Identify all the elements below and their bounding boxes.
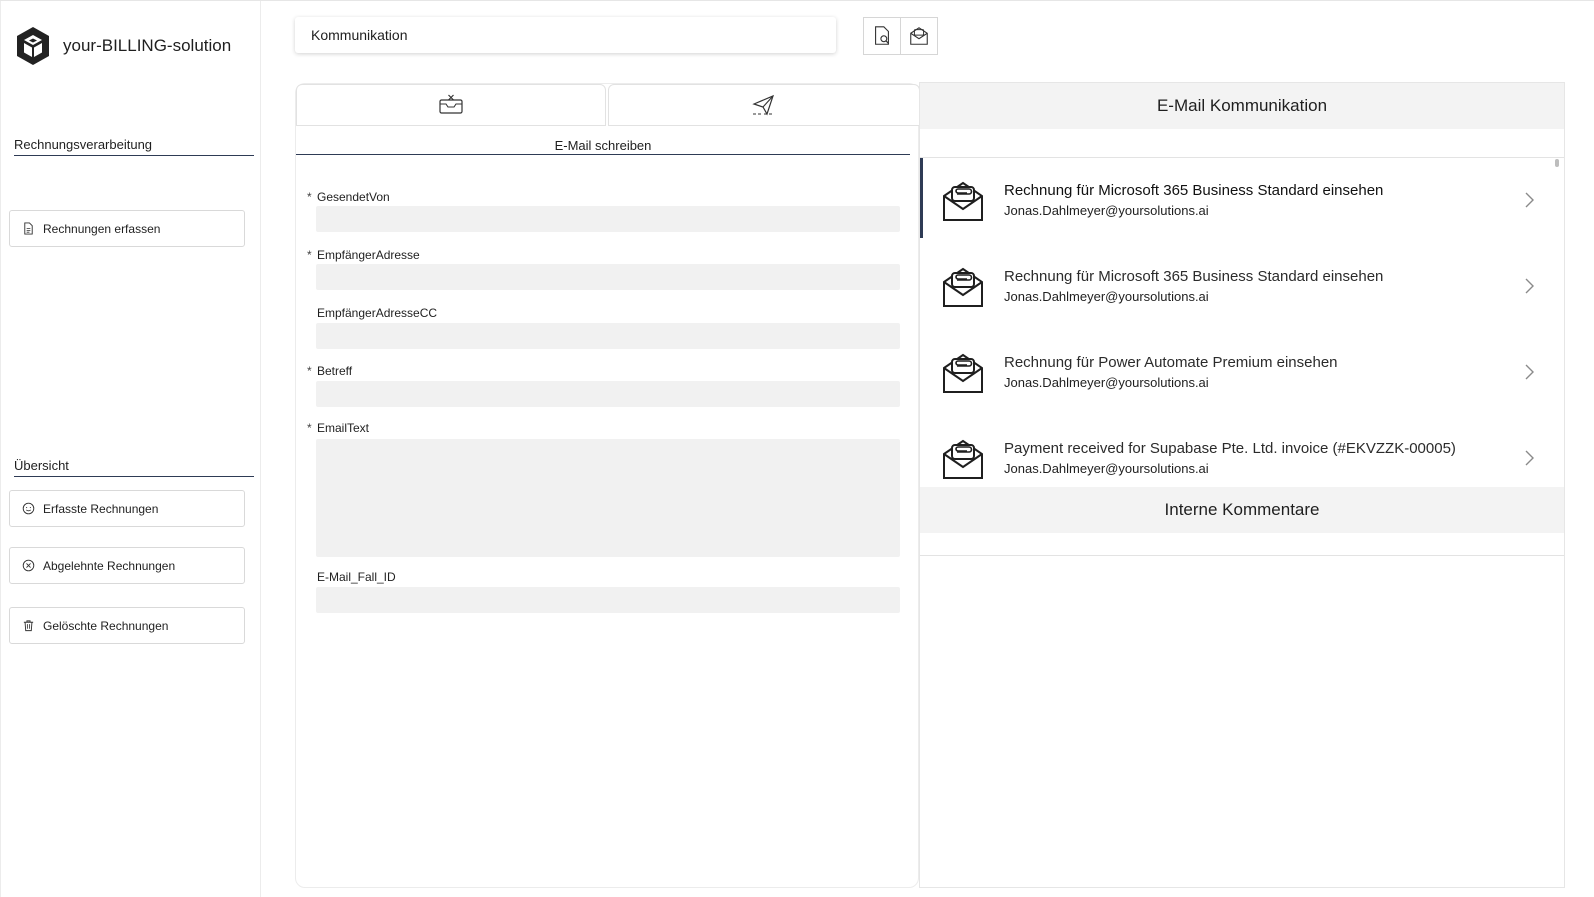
page-title-field: Kommunikation — [295, 17, 836, 53]
app-window: your-BILLING-solution Rechnungsverarbeit… — [0, 0, 1594, 897]
nav-label: Erfasste Rechnungen — [43, 501, 159, 516]
chevron-right-icon — [1525, 364, 1534, 380]
mail-attachment-icon — [943, 439, 983, 479]
email-communication-panel: E-Mail Kommunikation Rechnung für Micros… — [919, 82, 1565, 888]
nav-label: Gelöschte Rechnungen — [43, 618, 169, 633]
mail-open-icon — [910, 27, 928, 45]
nav-abgelehnte-rechnungen-button[interactable]: Abgelehnte Rechnungen — [9, 547, 245, 584]
trash-icon — [23, 620, 34, 632]
app-name: your-BILLING-solution — [63, 36, 232, 55]
mail-attachment-icon — [943, 353, 983, 393]
email-sender: Jonas.Dahlmeyer@yoursolutions.ai — [1004, 289, 1209, 304]
discard-mail-icon — [439, 94, 463, 114]
email-sender: Jonas.Dahlmeyer@yoursolutions.ai — [1004, 461, 1209, 476]
nav-label: Abgelehnte Rechnungen — [43, 558, 176, 573]
emailtext-textarea[interactable] — [316, 439, 900, 557]
email-list-item[interactable]: Rechnung für Microsoft 365 Business Stan… — [920, 158, 1564, 238]
empfaengeradresse-input[interactable] — [316, 264, 900, 290]
betreff-input[interactable] — [316, 381, 900, 407]
send-mail-tab[interactable] — [608, 84, 920, 126]
field-label-gesendetvon: * GesendetVon — [307, 190, 390, 204]
email-subject: Rechnung für Microsoft 365 Business Stan… — [1004, 268, 1384, 285]
smiley-icon — [22, 502, 35, 515]
document-icon — [24, 222, 33, 235]
email-list-item[interactable]: Payment received for Supabase Pte. Ltd. … — [920, 416, 1564, 479]
email-subject: Rechnung für Microsoft 365 Business Stan… — [1004, 182, 1384, 199]
field-label-empfaengeradressecc: EmpfängerAdresseCC — [317, 306, 438, 320]
email-list-item[interactable]: Rechnung für Microsoft 365 Business Stan… — [920, 244, 1564, 324]
empfaengeradressecc-input[interactable] — [316, 323, 900, 349]
field-label-email-fall-id: E-Mail_Fall_ID — [317, 570, 396, 584]
section-title-uebersicht: Übersicht — [14, 458, 254, 477]
gesendetvon-input[interactable] — [316, 206, 900, 232]
email-sender: Jonas.Dahlmeyer@yoursolutions.ai — [1004, 203, 1209, 218]
chevron-right-icon — [1525, 450, 1534, 466]
cube-logo-icon — [17, 27, 49, 65]
mail-attachment-icon — [943, 181, 983, 221]
document-search-icon — [875, 26, 890, 45]
email-panel-title: E-Mail Kommunikation — [920, 83, 1564, 129]
divider — [920, 555, 1564, 556]
x-circle-icon — [22, 559, 35, 572]
email-fall-id-input[interactable] — [316, 587, 900, 613]
document-search-button[interactable] — [863, 17, 901, 55]
nav-geloeschte-rechnungen-button[interactable]: Gelöschte Rechnungen — [9, 607, 245, 644]
field-label-empfaengeradresse: * EmpfängerAdresse — [307, 248, 420, 262]
brand: your-BILLING-solution — [15, 26, 231, 66]
sidebar: your-BILLING-solution Rechnungsverarbeit… — [0, 1, 261, 897]
email-list-item[interactable]: Rechnung für Power Automate Premium eins… — [920, 330, 1564, 410]
email-list[interactable]: Rechnung für Microsoft 365 Business Stan… — [920, 157, 1564, 479]
mail-attachment-icon — [943, 267, 983, 307]
nav-rechnungen-erfassen-button[interactable]: Rechnungen erfassen — [9, 210, 245, 247]
discard-mail-tab[interactable] — [296, 84, 606, 126]
email-sender: Jonas.Dahlmeyer@yoursolutions.ai — [1004, 375, 1209, 390]
nav-label: Rechnungen erfassen — [43, 221, 161, 236]
compose-heading: E-Mail schreiben — [296, 138, 910, 155]
compose-panel: E-Mail schreiben * GesendetVon * Empfänger… — [295, 83, 920, 888]
chevron-right-icon — [1525, 192, 1534, 208]
mail-open-button[interactable] — [900, 17, 938, 55]
email-subject: Rechnung für Power Automate Premium eins… — [1004, 354, 1338, 371]
send-icon — [752, 94, 774, 116]
internal-comments-title: Interne Kommentare — [920, 487, 1564, 533]
section-title-rechnungsverarbeitung: Rechnungsverarbeitung — [14, 137, 254, 156]
chevron-right-icon — [1525, 278, 1534, 294]
field-label-betreff: * Betreff — [307, 364, 353, 378]
nav-erfasste-rechnungen-button[interactable]: Erfasste Rechnungen — [9, 490, 245, 527]
email-subject: Payment received for Supabase Pte. Ltd. … — [1004, 440, 1456, 457]
field-label-emailtext: * EmailText — [307, 421, 370, 435]
